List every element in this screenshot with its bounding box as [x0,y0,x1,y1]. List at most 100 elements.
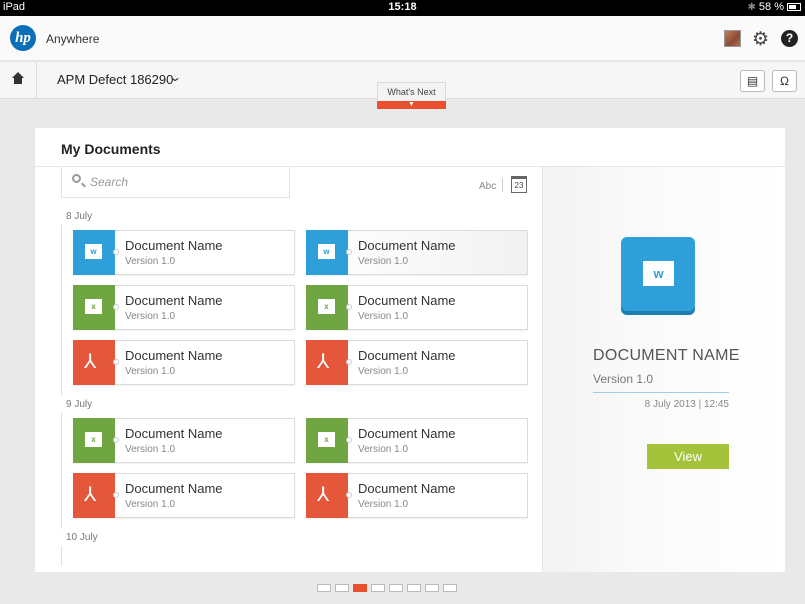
group-timeline [61,413,62,529]
card-connector [346,304,352,310]
whats-next-label: What's Next [377,82,446,101]
excel-doc-icon: x [306,285,348,330]
battery-icon [787,3,801,11]
document-name: Document Name [358,238,456,253]
word-doc-icon: w [621,237,695,311]
document-card[interactable]: x Document Name Version 1.0 [306,285,528,330]
document-card[interactable]: ⅄ Document Name Version 1.0 [306,473,528,518]
document-name: Document Name [125,293,223,308]
page-dot[interactable] [407,584,421,592]
view-button[interactable]: View [647,444,729,469]
document-card[interactable]: x Document Name Version 1.0 [73,418,295,463]
card-connector [346,249,352,255]
document-version: Version 1.0 [358,499,409,510]
document-version: Version 1.0 [358,256,409,267]
pdf-doc-icon: ⅄ [73,473,115,518]
card-connector [346,492,352,498]
chevron-down-icon[interactable]: ⌄ [168,70,182,84]
document-card[interactable]: ⅄ Document Name Version 1.0 [73,473,295,518]
documents-panel: My Documents Abc 23 8 July w Document Name… [35,128,785,572]
gear-icon[interactable]: ⚙ [752,28,769,51]
battery-indicator: ✱ 58 % [748,1,801,13]
comments-button[interactable]: ▤ [740,70,765,92]
home-icon [12,72,24,84]
app-header: hp Anywhere ⚙ ? [0,16,805,61]
pdf-glyph: ⅄ [317,484,330,506]
document-card[interactable]: w Document Name Version 1.0 [306,230,528,275]
document-card[interactable]: x Document Name Version 1.0 [306,418,528,463]
document-version: Version 1.0 [125,256,176,267]
detail-document-name: DOCUMENT NAME [593,347,740,364]
app-name: Anywhere [46,32,100,46]
page-dot[interactable] [371,584,385,592]
document-name: Document Name [358,481,456,496]
user-avatar[interactable] [724,30,741,47]
page-dot[interactable] [335,584,349,592]
sort-date-calendar-icon[interactable]: 23 [511,176,527,193]
page-dot[interactable] [317,584,331,592]
document-name: Document Name [125,481,223,496]
excel-glyph: x [318,299,335,314]
user-button[interactable]: Ω [772,70,797,92]
word-glyph: w [318,244,335,259]
document-detail: w DOCUMENT NAME Version 1.0 8 July 2013 … [543,167,785,572]
group-date-label: 10 July [66,532,98,543]
search-icon [72,174,81,183]
excel-glyph: x [318,432,335,447]
document-name: Document Name [125,348,223,363]
word-glyph: w [643,261,674,286]
page-dot[interactable] [443,584,457,592]
battery-percent: 58 % [758,1,784,13]
excel-glyph: x [85,432,102,447]
hp-logo[interactable]: hp [10,25,36,51]
person-icon: Ω [780,74,789,88]
document-card[interactable]: x Document Name Version 1.0 [73,285,295,330]
home-button[interactable] [0,62,37,99]
bluetooth-icon: ✱ [747,1,756,13]
document-version: Version 1.0 [358,366,409,377]
status-bar: iPad 15:18 ✱ 58 % [0,0,805,16]
document-version: Version 1.0 [358,444,409,455]
group-date-label: 9 July [66,399,93,410]
pdf-doc-icon: ⅄ [306,473,348,518]
status-clock: 15:18 [388,1,417,13]
document-card[interactable]: ⅄ Document Name Version 1.0 [306,340,528,385]
divider [593,392,729,393]
document-name: Document Name [358,426,456,441]
document-card[interactable]: ⅄ Document Name Version 1.0 [73,340,295,385]
card-connector [346,437,352,443]
pdf-doc-icon: ⅄ [73,340,115,385]
card-connector [346,359,352,365]
document-version: Version 1.0 [125,311,176,322]
document-name: Document Name [358,293,456,308]
card-connector [113,492,119,498]
panel-title: My Documents [61,141,161,157]
detail-date: 8 July 2013 | 12:45 [644,399,729,410]
card-connector [113,437,119,443]
whats-next-tab[interactable]: What's Next ▼ [377,82,446,109]
document-version: Version 1.0 [358,311,409,322]
help-icon[interactable]: ? [781,30,798,47]
document-version: Version 1.0 [125,499,176,510]
sort-alpha-button[interactable]: Abc [479,181,496,192]
document-name: Document Name [125,238,223,253]
document-name: Document Name [125,426,223,441]
card-connector [113,304,119,310]
card-connector [113,359,119,365]
document-version: Version 1.0 [125,366,176,377]
search-field[interactable] [61,167,290,198]
context-title[interactable]: APM Defect 186290 [57,72,173,87]
page-dot[interactable] [389,584,403,592]
document-card[interactable]: w Document Name Version 1.0 [73,230,295,275]
excel-doc-icon: x [73,285,115,330]
pdf-doc-icon: ⅄ [306,340,348,385]
group-timeline [61,546,62,566]
page-dot[interactable] [353,584,367,592]
word-glyph: w [85,244,102,259]
search-input[interactable] [90,173,280,191]
pdf-glyph: ⅄ [84,484,97,506]
excel-doc-icon: x [306,418,348,463]
page-dot[interactable] [425,584,439,592]
excel-doc-icon: x [73,418,115,463]
page-indicator [317,584,457,592]
